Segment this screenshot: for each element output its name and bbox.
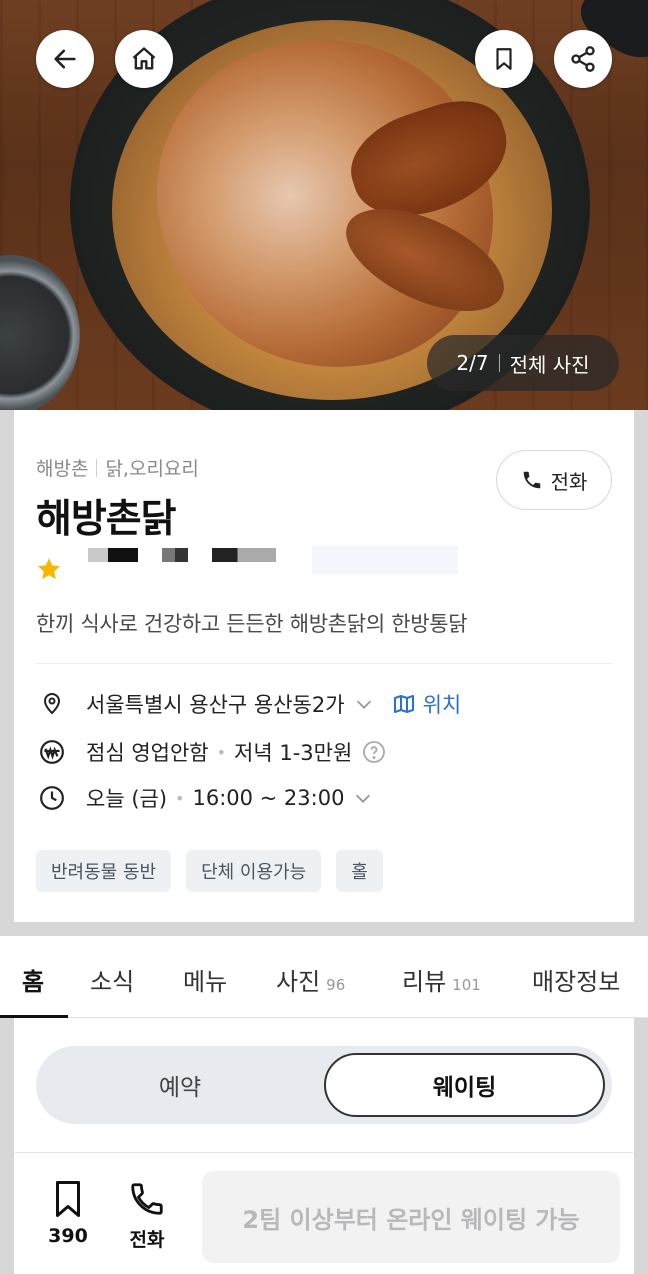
region-tag: 해방촌 (36, 458, 89, 480)
home-icon (132, 47, 156, 70)
share-icon (571, 46, 595, 72)
bookmark-icon (496, 48, 512, 70)
all-photos-button[interactable]: 2/7 전체 사진 (427, 335, 619, 391)
review-count-hidden (212, 548, 276, 562)
home-button[interactable] (115, 30, 173, 88)
price-row: 점심 영업안함 • 저녁 1-3만원 (36, 736, 386, 768)
tab-news[interactable]: 소식 (90, 962, 134, 997)
booking-toggle: 예약 웨이팅 (36, 1046, 612, 1124)
call-button-bottom[interactable]: 전화 (117, 1179, 177, 1252)
back-button[interactable] (36, 30, 94, 88)
tab-label: 홈 (22, 968, 45, 996)
location-pin-icon (43, 693, 61, 715)
tag-pet: 반려동물 동반 (36, 850, 172, 892)
star-icon (37, 558, 61, 580)
divider (36, 663, 612, 664)
feature-tags: 반려동물 동반 단체 이용가능 홀 (36, 850, 383, 892)
review-count-hidden (312, 546, 458, 574)
map-icon (393, 695, 414, 713)
phone-icon (523, 471, 540, 489)
divider (96, 458, 98, 477)
store-category: 해방촌 닭,오리요리 (36, 454, 199, 481)
tab-label: 매장정보 (532, 968, 621, 996)
waiting-option[interactable]: 웨이팅 (324, 1053, 605, 1117)
address-text: 서울특별시 용산구 용산동2가 (86, 693, 345, 717)
tab-bar: 홈 소식 메뉴 사진 96 리뷰 101 매장정보 (0, 936, 648, 1018)
tag-group: 단체 이용가능 (186, 850, 322, 892)
phone-icon (131, 1183, 163, 1215)
store-name: 해방촌닭 (36, 497, 177, 542)
tab-count: 96 (326, 976, 346, 994)
divider (498, 354, 500, 372)
reservation-option[interactable]: 예약 (36, 1046, 324, 1124)
tab-reviews[interactable]: 리뷰 101 (402, 962, 481, 997)
map-link[interactable]: 위치 (391, 689, 462, 719)
tab-label: 사진 (276, 968, 321, 996)
side-plate (0, 255, 80, 410)
lunch-info: 점심 영업안함 (86, 741, 209, 765)
arrow-left-icon (54, 49, 76, 69)
store-info-card: 해방촌 닭,오리요리 해방촌닭 전화 한끼 식사로 건강하고 든든한 해방촌닭의… (14, 410, 634, 922)
tag-hall: 홀 (336, 850, 383, 892)
tab-label: 소식 (90, 968, 135, 996)
clock-icon (40, 786, 64, 810)
save-count: 390 (48, 1225, 88, 1247)
tab-count: 101 (452, 976, 481, 994)
save-button[interactable]: 390 (38, 1179, 98, 1247)
address-row[interactable]: 서울특별시 용산구 용산동2가 위치 (36, 688, 461, 720)
chevron-down-icon[interactable] (353, 693, 375, 715)
bookmark-icon (56, 1181, 80, 1217)
rating-hidden (88, 548, 138, 562)
all-photos-label: 전체 사진 (509, 352, 590, 377)
rating-hidden (162, 548, 188, 562)
help-icon[interactable] (362, 740, 386, 764)
store-description: 한끼 식사로 건강하고 든든한 해방촌닭의 한방통닭 (36, 612, 468, 636)
booking-section: 예약 웨이팅 (14, 1018, 634, 1152)
bottom-action-bar: 390 전화 2팀 이상부터 온라인 웨이팅 가능 (14, 1152, 634, 1274)
photo-index: 2/7 (456, 351, 489, 375)
hero-photo[interactable]: 2/7 전체 사진 (0, 0, 648, 410)
won-icon (40, 740, 64, 764)
tab-menu[interactable]: 메뉴 (183, 962, 227, 997)
call-button-label: 전화 (550, 469, 588, 494)
tab-photos[interactable]: 사진 96 (276, 962, 345, 997)
map-link-label: 위치 (422, 693, 462, 717)
hours-time: 16:00 ~ 23:00 (192, 786, 345, 810)
share-button[interactable] (554, 30, 612, 88)
call-label: 전화 (129, 1229, 165, 1251)
tab-label: 메뉴 (183, 968, 228, 996)
chevron-down-icon[interactable] (352, 787, 374, 809)
tab-home[interactable]: 홈 (22, 962, 44, 997)
hours-day: 오늘 (금) (86, 787, 168, 811)
bookmark-button[interactable] (475, 30, 533, 88)
call-button[interactable]: 전화 (496, 450, 612, 510)
hours-row[interactable]: 오늘 (금) • 16:00 ~ 23:00 (36, 782, 374, 814)
online-waiting-button[interactable]: 2팀 이상부터 온라인 웨이팅 가능 (202, 1171, 620, 1263)
tab-store-info[interactable]: 매장정보 (532, 962, 620, 997)
food-category: 닭,오리요리 (105, 458, 199, 480)
tab-label: 리뷰 (402, 968, 447, 996)
dinner-price: 저녁 1-3만원 (234, 741, 353, 765)
